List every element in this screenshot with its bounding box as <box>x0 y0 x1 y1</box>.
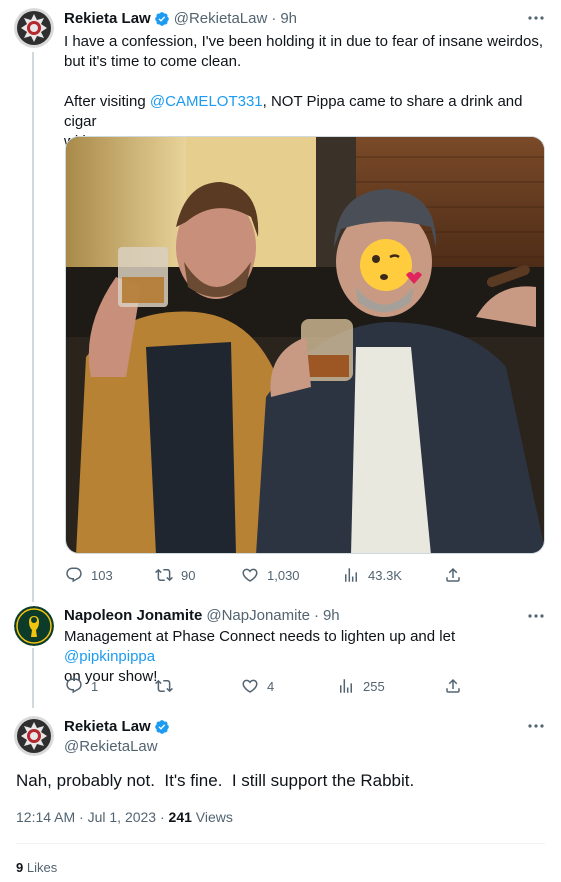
tweet1-photo[interactable] <box>65 136 545 554</box>
tweet2-header: Napoleon Jonamite @NapJonamite · 9h <box>64 607 340 624</box>
tweet2-like-count: 4 <box>267 678 275 694</box>
tweet1-reply-count: 103 <box>91 567 113 583</box>
main-tweet-meta: 12:14 AM · Jul 1, 2023 · 241 Views <box>16 809 233 825</box>
tweet1-view-count: 43.3K <box>368 567 402 583</box>
share-icon <box>446 567 460 582</box>
tweet2-author-name[interactable]: Napoleon Jonamite <box>64 607 202 624</box>
thread-line-1 <box>32 52 34 602</box>
tweet2-views[interactable]: 255 <box>337 677 385 695</box>
main-tweet-text: Nah, probably not. It's fine. I still su… <box>16 771 415 790</box>
reply-icon <box>66 567 82 583</box>
tweet2-reply[interactable]: 1 <box>65 677 98 695</box>
tweet2-retweet[interactable] <box>155 677 173 695</box>
tweet2-line1-pre: Management at Phase Connect needs to lig… <box>64 628 456 645</box>
tweet1-share[interactable] <box>444 566 462 584</box>
tweet1-like[interactable]: 1,030 <box>241 566 300 584</box>
tweet1-line1: I have a confession, I've been holding i… <box>64 33 544 50</box>
main-author-name-row: Rekieta Law <box>64 718 170 735</box>
tweet1-like-count: 1,030 <box>267 567 300 583</box>
tweet2-reply-count: 1 <box>91 678 99 694</box>
views-icon <box>345 568 357 582</box>
tweet1-author-name[interactable]: Rekieta Law <box>64 10 151 27</box>
tweet2-view-count: 255 <box>363 678 385 694</box>
main-author-name[interactable]: Rekieta Law <box>64 718 151 735</box>
avatar-rekieta-1[interactable] <box>14 8 54 48</box>
retweet-icon <box>155 679 173 693</box>
thread-line-2 <box>32 648 34 708</box>
like-icon <box>242 679 258 693</box>
verified-icon <box>154 11 170 27</box>
retweet-icon <box>155 568 173 582</box>
mention-pipkinpippa[interactable]: @pipkinpippa <box>64 648 155 665</box>
like-icon <box>242 568 258 582</box>
tweet2-text: Management at Phase Connect needs to lig… <box>64 627 544 687</box>
views-icon <box>340 679 352 693</box>
tweet1-handle[interactable]: @RekietaLaw <box>174 10 268 27</box>
avatar-napoleon[interactable] <box>14 606 54 646</box>
main-timestamp[interactable]: 12:14 AM · Jul 1, 2023 · <box>16 809 169 825</box>
tweet1-time[interactable]: 9h <box>280 10 297 27</box>
tweet1-views[interactable]: 43.3K <box>342 566 402 584</box>
more-icon[interactable] <box>526 716 546 736</box>
mention-camelot331[interactable]: @CAMELOT331 <box>150 93 263 110</box>
main-likes-label: Likes <box>23 860 58 875</box>
tweet2-line2: on your show! <box>64 668 158 685</box>
tweet1-text: I have a confession, I've been holding i… <box>64 32 544 152</box>
tweet2-handle[interactable]: @NapJonamite <box>206 607 310 624</box>
avatar-rekieta-main[interactable] <box>14 716 54 756</box>
main-likes-row[interactable]: 9 Likes <box>16 860 57 875</box>
tweet1-line2: but it's time to come clean. <box>64 53 242 70</box>
main-handle[interactable]: @RekietaLaw <box>64 738 158 755</box>
share-icon <box>446 678 460 693</box>
main-views-label: Views <box>191 809 233 825</box>
divider <box>16 843 545 844</box>
tweet1-reply[interactable]: 103 <box>65 566 113 584</box>
more-icon[interactable] <box>526 8 546 28</box>
reply-icon <box>66 678 82 694</box>
tweet2-time[interactable]: 9h <box>323 607 340 624</box>
more-icon[interactable] <box>526 606 546 626</box>
tweet2-share[interactable] <box>444 677 462 695</box>
tweet1-retweet[interactable]: 90 <box>155 566 195 584</box>
tweet2-like[interactable]: 4 <box>241 677 274 695</box>
verified-icon <box>154 719 170 735</box>
tweet1-header: Rekieta Law @RekietaLaw · 9h <box>64 10 298 27</box>
main-view-count: 241 <box>168 809 192 825</box>
main-handle-row: @RekietaLaw <box>64 738 158 755</box>
tweet1-line3-pre: After visiting <box>64 93 150 110</box>
tweet1-retweet-count: 90 <box>181 567 196 583</box>
